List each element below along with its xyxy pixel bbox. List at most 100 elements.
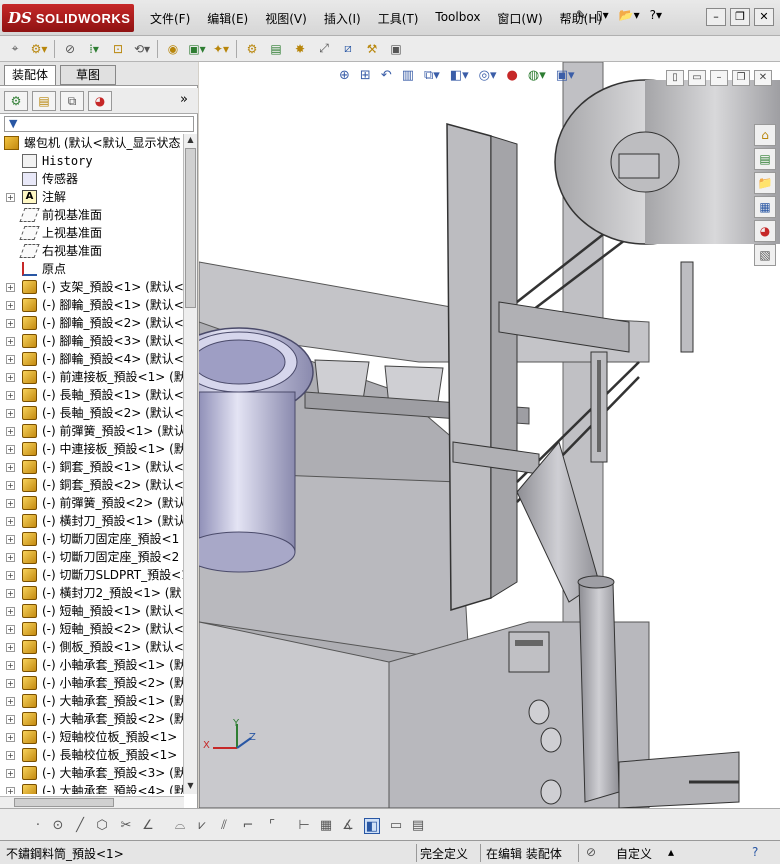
expand-toggle-icon[interactable]: + — [6, 427, 15, 436]
tree-item-component[interactable]: + (-) 短軸_預設<1> (默认< — [0, 602, 184, 620]
point-icon[interactable]: · — [30, 818, 46, 834]
minimize-window-icon[interactable]: – — [706, 8, 726, 26]
expand-toggle-icon[interactable]: + — [6, 769, 15, 778]
tree-item-component[interactable]: + (-) 腳輪_預設<4> (默认< — [0, 350, 184, 368]
expand-toggle-icon[interactable]: + — [6, 499, 15, 508]
trim-icon[interactable]: ✂ — [118, 818, 134, 834]
tree-item-component[interactable]: + (-) 切斷刀SLDPRT_預設<1 — [0, 566, 184, 584]
expand-toggle-icon[interactable]: + — [6, 445, 15, 454]
expand-toggle-icon[interactable]: + — [6, 355, 15, 364]
restore-window-icon[interactable]: ❐ — [730, 8, 750, 26]
angle-icon[interactable]: ∡ — [340, 818, 356, 834]
linear-pattern-icon[interactable]: ⁞▾ — [85, 40, 103, 58]
expand-toggle-icon[interactable]: + — [6, 391, 15, 400]
sketch-fillet-icon[interactable]: ∠ — [140, 818, 156, 834]
expand-toggle-icon[interactable]: + — [6, 715, 15, 724]
appearances-icon[interactable]: ◕ — [754, 220, 776, 242]
tree-item-component[interactable]: + (-) 切斷刀固定座_預設<1 — [0, 530, 184, 548]
restore-document-icon[interactable]: ❐ — [732, 70, 750, 86]
expand-toggle-icon[interactable]: + — [6, 535, 15, 544]
minimize-document-icon[interactable]: – — [710, 70, 728, 86]
tree-item[interactable]: 传感器 — [0, 170, 184, 188]
menu-toolbox[interactable]: Toolbox — [435, 10, 480, 27]
tree-item-component[interactable]: + (-) 大軸承套_預設<4> (默 — [0, 782, 184, 794]
expand-toggle-icon[interactable]: + — [6, 463, 15, 472]
show-hidden-icon[interactable]: ◉ — [164, 40, 182, 58]
move-component-icon[interactable]: ⟲▾ — [133, 40, 151, 58]
open-folder-icon[interactable]: 📂▾ — [619, 8, 640, 22]
reference-geometry-icon[interactable]: ✦▾ — [212, 40, 230, 58]
feature-manager-tree-icon[interactable]: ⚙ — [4, 91, 28, 111]
dynamic-annotation-icon[interactable]: ⧉▾ — [424, 68, 440, 83]
view-orientation-icon[interactable]: ◧▾ — [450, 68, 469, 83]
hole-alignment-icon[interactable]: ▣ — [387, 40, 405, 58]
tree-horizontal-scrollbar[interactable] — [0, 796, 184, 808]
previous-view-icon[interactable]: ↶ — [381, 68, 392, 83]
menu-file[interactable]: 文件(F) — [150, 10, 190, 27]
mate-icon[interactable]: ⊘ — [61, 40, 79, 58]
tree-item-component[interactable]: + (-) 前彈簧_預設<1> (默认 — [0, 422, 184, 440]
expand-toggle-icon[interactable]: + — [6, 571, 15, 580]
scroll-down-icon[interactable]: ▼ — [185, 781, 196, 793]
bill-of-materials-icon[interactable]: ▤ — [267, 40, 285, 58]
expand-panel-icon[interactable]: » — [180, 92, 188, 107]
menu-tools[interactable]: 工具(T) — [378, 10, 419, 27]
expand-toggle-icon[interactable]: + — [6, 553, 15, 562]
smart-fasteners-icon[interactable]: ⊡ — [109, 40, 127, 58]
tree-item-component[interactable]: + (-) 小軸承套_預設<2> (默 — [0, 674, 184, 692]
insert-component-icon[interactable]: ⚙▾ — [30, 40, 48, 58]
custom-properties-icon[interactable]: ▧ — [754, 244, 776, 266]
expand-toggle-icon[interactable]: + — [6, 301, 15, 310]
expand-toggle-icon[interactable]: + — [6, 661, 15, 670]
tree-item-component[interactable]: + (-) 短軸校位板_預設<1> — [0, 728, 184, 746]
circle-icon[interactable]: ⊙ — [50, 818, 66, 834]
tree-item[interactable]: 前视基准面 — [0, 206, 184, 224]
new-motion-study-icon[interactable]: ⚙ — [243, 40, 261, 58]
expand-toggle-icon[interactable]: + — [6, 409, 15, 418]
tree-item-component[interactable]: + (-) 腳輪_預設<1> (默认< — [0, 296, 184, 314]
expand-toggle-icon[interactable]: + — [6, 283, 15, 292]
view-palette-icon[interactable]: ▦ — [754, 196, 776, 218]
units-dropdown-icon[interactable]: ▴ — [668, 845, 674, 859]
expand-toggle-icon[interactable]: + — [6, 373, 15, 382]
expand-toggle-icon[interactable]: + — [6, 751, 15, 760]
display-manager-icon[interactable]: ◕ — [88, 91, 112, 111]
graphics-area[interactable]: ⊕ ⊞ ↶ ▥ ⧉▾ ◧▾ ◎▾ ● ◍▾ ▣▾ ▯ ▭ – ❐ ✕ ⌂ ▤ 📁… — [199, 62, 780, 808]
expand-toggle-icon[interactable]: + — [6, 193, 15, 202]
close-window-icon[interactable]: ✕ — [754, 8, 774, 26]
view-cube-icon[interactable]: ◧ — [364, 818, 380, 834]
tree-item-component[interactable]: + (-) 側板_預設<1> (默认< — [0, 638, 184, 656]
status-units[interactable]: 自定义 — [616, 845, 652, 862]
tree-item-component[interactable]: + (-) 銅套_預設<1> (默认< — [0, 458, 184, 476]
scroll-up-icon[interactable]: ▲ — [185, 135, 196, 147]
tab-sketch[interactable]: 草图 — [60, 65, 116, 85]
tree-item-component[interactable]: + (-) 前彈簧_預設<2> (默认 — [0, 494, 184, 512]
edit-appearance-icon[interactable]: ● — [507, 68, 518, 83]
construction-geometry-icon[interactable]: ⌜ — [264, 818, 280, 834]
tree-item-component[interactable]: + (-) 短軸_預設<2> (默认< — [0, 620, 184, 638]
interference-detection-icon[interactable]: ⧄ — [339, 40, 357, 58]
tree-item[interactable]: 螺包机 (默认<默认_显示状态 — [0, 134, 184, 152]
help-status-icon[interactable]: ? — [752, 845, 758, 859]
pin-icon[interactable]: ✎ — [576, 8, 586, 22]
file-explorer-icon[interactable]: 📁 — [754, 172, 776, 194]
apply-scene-icon[interactable]: ◍▾ — [528, 68, 546, 83]
tree-item-component[interactable]: + (-) 切斷刀固定座_預設<2 — [0, 548, 184, 566]
tree-item-component[interactable]: + (-) 銅套_預設<2> (默认< — [0, 476, 184, 494]
zoom-to-fit-icon[interactable]: ⊕ — [339, 68, 350, 83]
tree-item-component[interactable]: + (-) 大軸承套_預設<3> (默 — [0, 764, 184, 782]
expand-toggle-icon[interactable]: + — [6, 517, 15, 526]
tree-item[interactable]: History — [0, 152, 184, 170]
sketch-pattern-icon[interactable]: ⌐ — [240, 818, 256, 834]
property-manager-icon[interactable]: ▤ — [32, 91, 56, 111]
view-settings-icon[interactable]: ▣▾ — [556, 68, 575, 83]
tree-item[interactable]: 原点 — [0, 260, 184, 278]
line-icon[interactable]: ╱ — [72, 818, 88, 834]
expand-toggle-icon[interactable]: + — [6, 733, 15, 742]
tree-item-component[interactable]: + (-) 橫封刀2_預設<1> (默 — [0, 584, 184, 602]
scrollbar-thumb[interactable] — [14, 798, 114, 807]
home-icon[interactable]: ⌂ — [754, 124, 776, 146]
menu-insert[interactable]: 插入(I) — [324, 10, 361, 27]
assembly-model[interactable] — [199, 62, 780, 808]
clearance-verification-icon[interactable]: ⚒ — [363, 40, 381, 58]
